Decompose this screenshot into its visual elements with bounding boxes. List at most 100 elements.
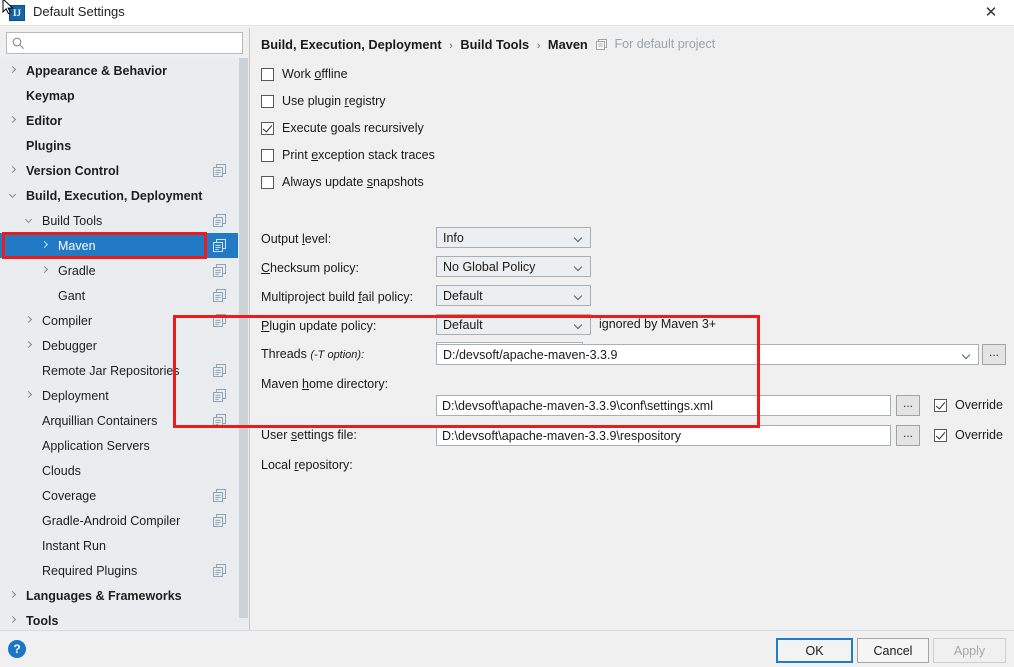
maven-home-browse-button[interactable]: ...: [982, 344, 1006, 365]
chevron-right-icon[interactable]: [8, 615, 17, 624]
chevron-right-icon[interactable]: [24, 390, 33, 399]
sidebar-item-deployment[interactable]: Deployment: [0, 383, 238, 408]
sidebar-item-remote-jar-repositories[interactable]: Remote Jar Repositories: [0, 358, 238, 383]
plugin-update-policy-dropdown[interactable]: Default: [436, 314, 591, 335]
ok-button[interactable]: OK: [776, 638, 853, 663]
cancel-button[interactable]: Cancel: [857, 638, 929, 663]
chevron-right-icon[interactable]: [8, 165, 17, 174]
checkbox-box: [934, 398, 947, 412]
checkbox-label: Always update snapshots: [282, 175, 424, 189]
breadcrumb-part-3[interactable]: Maven: [548, 37, 588, 52]
multiproject-fail-policy-dropdown[interactable]: Default: [436, 285, 591, 306]
sidebar-item-keymap[interactable]: Keymap: [0, 83, 238, 108]
checkbox-print-exception-stack-traces[interactable]: Print exception stack traces: [261, 146, 435, 164]
sidebar-item-gradle-android-compiler[interactable]: Gradle-Android Compiler: [0, 508, 238, 533]
chevron-right-icon[interactable]: [8, 65, 17, 74]
local-repository-override-checkbox[interactable]: Override: [934, 428, 1003, 442]
sidebar-item-version-control[interactable]: Version Control: [0, 158, 238, 183]
breadcrumb-part-1[interactable]: Build, Execution, Deployment: [261, 37, 442, 52]
chevron-down-icon: [573, 291, 583, 301]
sidebar-item-label: Clouds: [42, 463, 81, 478]
sidebar-item-editor[interactable]: Editor: [0, 108, 238, 133]
help-icon[interactable]: ?: [8, 640, 26, 658]
sidebar-item-maven[interactable]: Maven: [0, 233, 238, 258]
sidebar-item-label: Compiler: [42, 313, 93, 328]
checkbox-box: [261, 121, 274, 135]
settings-tree[interactable]: Appearance & Behavior Keymap Editor Plugins…: [0, 58, 238, 630]
sidebar-item-label: Debugger: [42, 338, 97, 353]
sidebar-item-instant-run[interactable]: Instant Run: [0, 533, 238, 558]
checkbox-box: [261, 148, 274, 162]
search-icon: [12, 37, 24, 49]
override-label: Override: [955, 398, 1003, 412]
dialog-footer: ? OK Cancel Apply: [0, 630, 1014, 667]
sidebar-item-build-tools[interactable]: Build Tools: [0, 208, 238, 233]
maven-home-directory-dropdown[interactable]: D:/devsoft/apache-maven-3.3.9: [436, 344, 979, 365]
checkbox-execute-goals-recursively[interactable]: Execute goals recursively: [261, 119, 424, 137]
checksum-policy-dropdown[interactable]: No Global Policy: [436, 256, 591, 277]
sidebar-item-debugger[interactable]: Debugger: [0, 333, 238, 358]
chevron-right-icon[interactable]: [40, 240, 49, 249]
threads-label: Threads (-T option):: [261, 347, 365, 361]
sidebar-item-required-plugins[interactable]: Required Plugins: [0, 558, 238, 583]
title-bar: IJ Default Settings ✕: [0, 0, 1014, 26]
checkbox-work-offline[interactable]: Work offline: [261, 65, 348, 83]
for-default-project-note: For default project: [596, 37, 715, 51]
chevron-right-icon[interactable]: [24, 315, 33, 324]
chevron-right-icon[interactable]: [8, 115, 17, 124]
checkbox-label: Execute goals recursively: [282, 121, 424, 135]
sidebar-item-compiler[interactable]: Compiler: [0, 308, 238, 333]
project-config-icon: [213, 164, 226, 177]
chevron-right-icon[interactable]: [40, 265, 49, 274]
output-level-dropdown[interactable]: Info: [436, 227, 591, 248]
sidebar-item-label: Arquillian Containers: [42, 413, 158, 428]
checkbox-label: Work offline: [282, 67, 348, 81]
maven-home-directory-value: D:/devsoft/apache-maven-3.3.9: [443, 347, 618, 362]
sidebar-item-gradle[interactable]: Gradle: [0, 258, 238, 283]
sidebar-item-coverage[interactable]: Coverage: [0, 483, 238, 508]
user-settings-file-browse-button[interactable]: ...: [896, 395, 920, 416]
for-default-project-label: For default project: [614, 37, 716, 51]
search-input[interactable]: [29, 33, 239, 53]
sidebar-item-arquillian-containers[interactable]: Arquillian Containers: [0, 408, 238, 433]
checkbox-use-plugin-registry[interactable]: Use plugin registry: [261, 92, 386, 110]
multiproject-fail-policy-label: Multiproject build fail policy:: [261, 290, 414, 304]
local-repository-input[interactable]: [436, 425, 891, 446]
chevron-right-icon[interactable]: [24, 340, 33, 349]
chevron-down-icon[interactable]: [8, 190, 17, 199]
plugin-update-policy-note: ignored by Maven 3+: [599, 317, 717, 331]
chevron-down-icon: [573, 233, 583, 243]
sidebar-item-build-execution-deployment[interactable]: Build, Execution, Deployment: [0, 183, 238, 208]
apply-button[interactable]: Apply: [933, 638, 1006, 663]
project-config-icon: [213, 389, 226, 402]
local-repository-browse-button[interactable]: ...: [896, 425, 920, 446]
project-config-icon: [213, 414, 226, 427]
checkbox-label: Print exception stack traces: [282, 148, 435, 162]
sidebar-scrollbar-thumb[interactable]: [239, 58, 248, 618]
breadcrumb-part-2[interactable]: Build Tools: [460, 37, 529, 52]
user-settings-file-input[interactable]: [436, 395, 891, 416]
sidebar-item-gant[interactable]: Gant: [0, 283, 238, 308]
search-box[interactable]: [6, 32, 243, 54]
maven-settings-panel: Build, Execution, Deployment › Build Too…: [250, 28, 1014, 630]
chevron-down-icon[interactable]: [24, 215, 33, 224]
chevron-right-icon[interactable]: [8, 590, 17, 599]
sidebar-item-appearance-behavior[interactable]: Appearance & Behavior: [0, 58, 238, 83]
sidebar-item-label: Build, Execution, Deployment: [26, 188, 203, 203]
maven-home-label: Maven home directory:: [261, 377, 389, 391]
sidebar-item-label: Gradle: [58, 263, 96, 278]
sidebar-item-label: Application Servers: [42, 438, 150, 453]
sidebar-item-tools[interactable]: Tools: [0, 608, 238, 630]
config-scope-icon: [596, 39, 607, 50]
close-icon[interactable]: ✕: [968, 0, 1014, 26]
sidebar-item-plugins[interactable]: Plugins: [0, 133, 238, 158]
sidebar-item-label: Required Plugins: [42, 563, 138, 578]
sidebar-item-languages-frameworks[interactable]: Languages & Frameworks: [0, 583, 238, 608]
user-settings-file-override-checkbox[interactable]: Override: [934, 398, 1003, 412]
sidebar-item-application-servers[interactable]: Application Servers: [0, 433, 238, 458]
app-logo-icon: IJ: [9, 5, 25, 21]
sidebar-item-clouds[interactable]: Clouds: [0, 458, 238, 483]
checkbox-box: [261, 175, 274, 189]
checkbox-always-update-snapshots[interactable]: Always update snapshots: [261, 173, 424, 191]
multiproject-fail-policy-value: Default: [443, 288, 483, 303]
